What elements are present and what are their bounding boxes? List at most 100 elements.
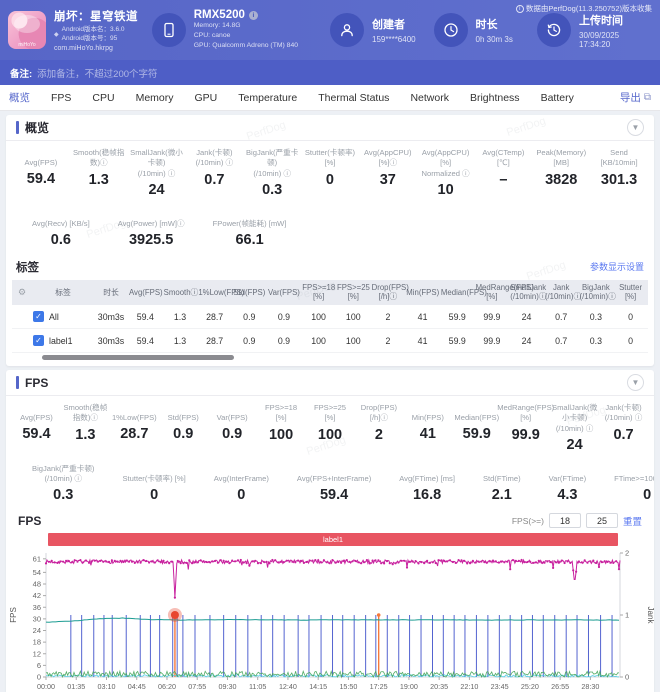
overview-title: 概览 — [25, 119, 49, 136]
tab-battery[interactable]: Battery — [541, 92, 574, 104]
stat: Send [KB/10min]301.3 — [590, 148, 648, 198]
stat-label: Var(FTime) — [549, 464, 587, 484]
collapse-overview-button[interactable]: ▼ — [627, 119, 644, 136]
stat-label: FPS>=18 [%] — [259, 403, 304, 424]
table-cell: 30m3s — [94, 329, 128, 353]
fps-chart-title: FPS — [18, 514, 41, 528]
labels-title: 标签 — [16, 259, 39, 275]
table-hscrollbar-track — [12, 354, 648, 362]
stat-value: 0.3 — [32, 487, 94, 503]
tab-brightness[interactable]: Brightness — [470, 92, 520, 104]
export-button[interactable]: 导出 ⧉ — [620, 90, 651, 105]
collapse-fps-button[interactable]: ▼ — [627, 374, 644, 391]
device-info-block: RMX5200 i Memory: 14.8G CPU: canoe GPU: … — [152, 9, 330, 51]
column-header: Median(FPS) — [440, 280, 475, 305]
table-cell: 100 — [301, 329, 336, 353]
overview-card: PerfDog PerfDog PerfDog PerfDog PerfDog … — [6, 115, 654, 366]
stat-label: Var(FPS) — [210, 403, 255, 423]
stat-label: Smooth(稳帧指数)ⓘ — [72, 148, 126, 169]
remark-bar[interactable]: 备注: 添加备注，不超过200个字符 — [0, 60, 660, 85]
stat-label: FTime>=100ms [%] — [614, 464, 654, 484]
fps-stats-row1: Avg(FPS)59.4Smooth(稳帧指数)ⓘ1.31%Low(FPS)28… — [6, 396, 654, 457]
fps-threshold-input-1[interactable] — [549, 513, 581, 528]
stat: Jank(卡顿) (/10min) ⓘ0.7 — [185, 148, 243, 198]
stat: Avg(FPS)59.4 — [12, 403, 61, 453]
stat: FPS>=18 [%]100 — [257, 403, 306, 453]
stat: Avg(AppCPU) [%] Normalized ⓘ10 — [417, 148, 475, 198]
column-header: 时长 — [94, 280, 128, 305]
column-header: Smoothⓘ — [163, 280, 198, 305]
stat-value: 37 — [361, 172, 415, 188]
label1-band-text: label1 — [323, 535, 343, 544]
upload-time-value: 30/09/2025 17:34:20 — [579, 31, 652, 49]
table-cell: 100 — [336, 305, 371, 329]
section-accent — [16, 121, 19, 134]
stat: Smooth(稳帧指数)ⓘ1.3 — [61, 403, 110, 453]
svg-text:Jank: Jank — [646, 607, 654, 625]
stat: BigJank(严重卡顿) (/10min) ⓘ0.3 — [20, 464, 106, 504]
device-badge-icon[interactable]: i — [249, 11, 258, 20]
overview-stats-row1: Avg(FPS)59.4Smooth(稳帧指数)ⓘ1.3SmallJank(微小… — [6, 141, 654, 202]
table-cell: 28.7 — [197, 305, 232, 329]
stat-value: 0 — [122, 487, 185, 503]
table-hscrollbar-thumb[interactable] — [42, 355, 234, 360]
stat: BigJank(严重卡顿) (/10min) ⓘ0.3 — [243, 148, 301, 198]
table-cell: 24 — [509, 305, 544, 329]
tab-cpu[interactable]: CPU — [92, 92, 114, 104]
gear-icon[interactable]: ⚙ — [18, 287, 26, 297]
game-icon-art — [14, 15, 40, 33]
label1-band[interactable]: label1 — [48, 533, 618, 546]
stat: Stutter(卡顿率) [%]0 — [301, 148, 359, 198]
clock-icon — [434, 13, 468, 47]
stat: Var(FTime)4.3 — [537, 464, 599, 504]
fps-line-chart[interactable]: 06121824303642485461012FPSJank00:0001:35… — [6, 548, 654, 692]
tab-概览[interactable]: 概览 — [9, 90, 30, 105]
tab-temperature[interactable]: Temperature — [238, 92, 297, 104]
svg-text:2: 2 — [625, 549, 629, 558]
stat-label: Avg(CTemp)[℃] — [477, 148, 531, 169]
tab-memory[interactable]: Memory — [136, 92, 174, 104]
table-cell: 24 — [509, 329, 544, 353]
column-header: Stutter [%] — [613, 280, 648, 305]
tab-thermal-status[interactable]: Thermal Status — [318, 92, 389, 104]
stat-value: 0.7 — [187, 172, 241, 188]
reset-button[interactable]: 重置 — [623, 514, 642, 528]
table-cell: 59.4 — [128, 305, 163, 329]
row-checkbox[interactable]: ✓ — [33, 311, 44, 322]
table-cell: 0.7 — [544, 329, 579, 353]
svg-text:54: 54 — [33, 568, 41, 577]
stat-value: 2.1 — [483, 487, 521, 503]
stat: Min(FPS)41 — [403, 403, 452, 453]
svg-text:17:25: 17:25 — [370, 682, 388, 691]
stat: Avg(InterFrame)0 — [202, 464, 281, 504]
stat-label: Avg(FPS) — [14, 403, 59, 423]
table-cell: 0.7 — [544, 305, 579, 329]
column-header: Std(FPS) — [232, 280, 267, 305]
stat-label: Avg(FPS) — [14, 148, 68, 168]
stat-label: Stutter(卡顿率) [%] — [122, 464, 185, 484]
svg-text:00:00: 00:00 — [37, 682, 55, 691]
app-header: i 数据由PerfDog(11.3.250752)版本收集 miHoYo 崩坏：… — [0, 0, 660, 60]
row-checkbox[interactable]: ✓ — [33, 335, 44, 346]
column-header: Drop(FPS) [/h]ⓘ — [371, 280, 406, 305]
table-cell: 41 — [405, 329, 440, 353]
svg-text:23:45: 23:45 — [491, 682, 509, 691]
stat: Avg(Power) [mW]ⓘ3925.5 — [106, 209, 197, 248]
row-label: All — [49, 312, 59, 322]
param-display-settings-link[interactable]: 参数显示设置 — [590, 260, 644, 273]
stat: Drop(FPS) [/h]ⓘ2 — [354, 403, 403, 453]
tab-network[interactable]: Network — [410, 92, 449, 104]
tab-fps[interactable]: FPS — [51, 92, 71, 104]
stat: MedRange(FPS)[%]99.9 — [501, 403, 550, 453]
section-tabbar: 概览 FPS CPU Memory GPU Temperature Thermal Stat… — [0, 85, 660, 111]
game-info-block: miHoYo 崩坏：星穹铁道 ◆ Android版本名：3.6.0 Androi… — [8, 8, 152, 52]
stat-label: FPS>=25 [%] — [308, 403, 353, 424]
tab-gpu[interactable]: GPU — [195, 92, 218, 104]
stat-label: Avg(InterFrame) — [214, 464, 269, 484]
table-cell: 30m3s — [94, 305, 128, 329]
table-cell: 59.4 — [128, 329, 163, 353]
svg-text:03:10: 03:10 — [97, 682, 115, 691]
svg-text:24: 24 — [33, 626, 41, 635]
fps-threshold-input-2[interactable] — [586, 513, 618, 528]
duration-value: 0h 30m 3s — [476, 35, 513, 44]
